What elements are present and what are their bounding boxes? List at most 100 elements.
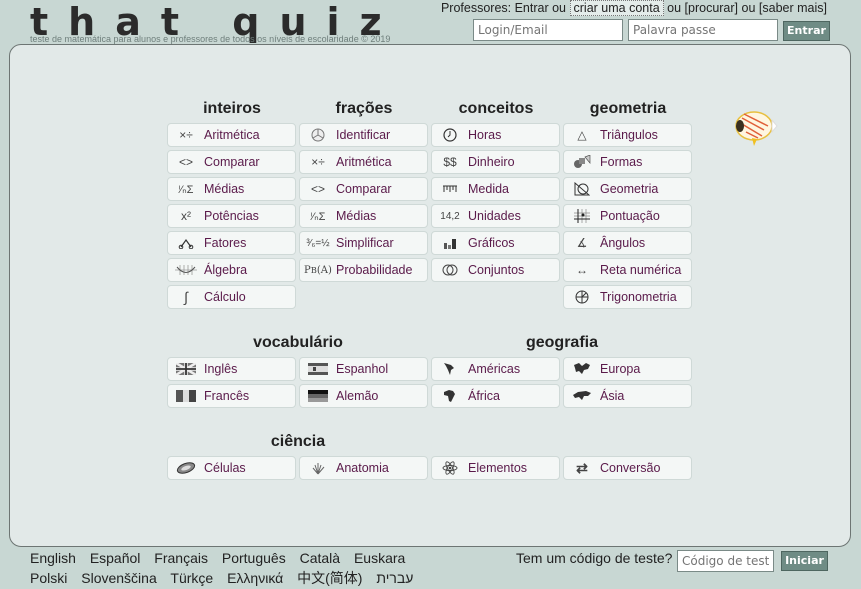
language-link[interactable]: עברית: [376, 570, 413, 586]
clock-icon: [432, 128, 468, 142]
card-fracoes-comparar[interactable]: <> Comparar: [299, 177, 428, 201]
card-label: Ásia: [600, 389, 625, 403]
section-title-vocabulario: vocabulário: [253, 334, 343, 351]
money-icon: $$: [443, 155, 457, 169]
password-input[interactable]: [628, 19, 778, 41]
geometry-icon: [564, 182, 600, 196]
card-inteiros-aritmetica[interactable]: ×÷ Aritmética: [167, 123, 296, 147]
africa-map-icon: [432, 389, 468, 403]
card-vocabulario-ingles[interactable]: Inglês: [167, 357, 296, 381]
compare-icon: <>: [310, 182, 325, 196]
section-title-inteiros: inteiros: [203, 100, 261, 117]
card-label: Trigonometria: [600, 290, 677, 304]
card-label: Médias: [204, 182, 245, 196]
venn-icon: [432, 264, 468, 276]
card-fracoes-medias[interactable]: ⁱ⁄ₙΣ Médias: [299, 204, 428, 228]
germany-flag-icon: [300, 390, 336, 402]
language-link[interactable]: Français: [154, 550, 208, 566]
card-ciencia-celulas[interactable]: Células: [167, 456, 296, 480]
card-conceitos-graficos[interactable]: Gráficos: [431, 231, 560, 255]
language-link[interactable]: Català: [300, 550, 340, 566]
europe-map-icon: [564, 362, 600, 376]
card-label: Américas: [468, 362, 521, 376]
card-inteiros-fatores[interactable]: Fatores: [167, 231, 296, 255]
card-label: Conjuntos: [468, 263, 525, 277]
section-title-geometria: geometria: [589, 100, 667, 117]
card-geometria-triangulos[interactable]: △ Triângulos: [563, 123, 692, 147]
card-ciencia-conversao[interactable]: ⇄ Conversão: [563, 456, 692, 480]
card-label: Reta numérica: [600, 263, 682, 277]
card-conceitos-medida[interactable]: Medida: [431, 177, 560, 201]
card-ciencia-elementos[interactable]: Elementos: [431, 456, 560, 480]
compare-icon: <>: [178, 155, 193, 169]
france-flag-icon: [168, 390, 204, 402]
pie-fraction-icon: [300, 128, 336, 142]
card-vocabulario-alemao[interactable]: Alemão: [299, 384, 428, 408]
language-link[interactable]: Euskara: [354, 550, 405, 566]
separator: ou: [741, 1, 756, 15]
search-link[interactable]: [procurar]: [685, 1, 739, 15]
card-geometria-angulos[interactable]: ∡ Ângulos: [563, 231, 692, 255]
card-label: Medida: [468, 182, 509, 196]
card-inteiros-algebra[interactable]: Álgebra: [167, 258, 296, 282]
card-label: Conversão: [600, 461, 661, 475]
ruler-icon: [432, 184, 468, 194]
card-conceitos-unidades[interactable]: 14,2 Unidades: [431, 204, 560, 228]
create-account-link[interactable]: criar uma conta: [569, 0, 664, 16]
card-inteiros-medias[interactable]: ⁱ⁄ₙΣ Médias: [167, 177, 296, 201]
card-label: Comparar: [336, 182, 392, 196]
language-link[interactable]: 中文(简体): [297, 570, 362, 586]
language-link[interactable]: English: [30, 550, 76, 566]
card-geometria-reta-numerica[interactable]: ↔ Reta numérica: [563, 258, 692, 282]
language-link[interactable]: Türkçe: [170, 570, 213, 586]
card-vocabulario-espanhol[interactable]: Espanhol: [299, 357, 428, 381]
card-label: Alemão: [336, 389, 379, 403]
learn-more-link[interactable]: [saber mais]: [759, 1, 827, 15]
card-geografia-europa[interactable]: Europa: [563, 357, 692, 381]
card-inteiros-comparar[interactable]: <> Comparar: [167, 150, 296, 174]
power-icon: x²: [181, 209, 191, 223]
login-button[interactable]: Entrar: [783, 21, 830, 41]
start-button[interactable]: Iniciar: [781, 551, 828, 571]
number-line-icon: ↔: [576, 263, 588, 277]
card-geografia-asia[interactable]: Ásia: [563, 384, 692, 408]
card-geometria-formas[interactable]: Formas: [563, 150, 692, 174]
test-code-label: Tem um código de teste?: [516, 550, 673, 566]
card-fracoes-aritmetica[interactable]: ×÷ Aritmética: [299, 150, 428, 174]
card-conceitos-horas[interactable]: Horas: [431, 123, 560, 147]
language-link[interactable]: Slovenščina: [81, 570, 157, 586]
card-geometria-pontuacao[interactable]: Pontuação: [563, 204, 692, 228]
test-code-input[interactable]: [677, 550, 774, 572]
card-fracoes-identificar[interactable]: Identificar: [299, 123, 428, 147]
card-label: Espanhol: [336, 362, 389, 376]
card-geometria-trigonometria[interactable]: Trigonometria: [563, 285, 692, 309]
card-label: Formas: [600, 155, 643, 169]
card-label: Potências: [204, 209, 259, 223]
card-label: Probabilidade: [336, 263, 413, 277]
separator: ou: [667, 1, 682, 15]
language-link[interactable]: Ελληνικά: [227, 570, 283, 586]
card-label: Francês: [204, 389, 250, 403]
tagline: teste de matemática para alunos e profes…: [30, 34, 391, 44]
card-fracoes-simplificar[interactable]: ³⁄₆=½ Simplificar: [299, 231, 428, 255]
language-link[interactable]: Português: [222, 550, 286, 566]
mean-icon: ⁱ⁄ₙΣ: [178, 183, 194, 196]
card-geografia-africa[interactable]: África: [431, 384, 560, 408]
card-inteiros-potencias[interactable]: x² Potências: [167, 204, 296, 228]
card-label: Álgebra: [204, 263, 248, 277]
card-conceitos-dinheiro[interactable]: $$ Dinheiro: [431, 150, 560, 174]
language-link[interactable]: Español: [90, 550, 141, 566]
arithmetic-icon: ×÷: [311, 155, 325, 169]
card-fracoes-probabilidade[interactable]: P B (A) Probabilidade: [299, 258, 428, 282]
card-ciencia-anatomia[interactable]: Anatomia: [299, 456, 428, 480]
card-inteiros-calculo[interactable]: ∫ Cálculo: [167, 285, 296, 309]
units-icon: 14,2: [440, 210, 460, 222]
card-geografia-americas[interactable]: Américas: [431, 357, 560, 381]
login-email-input[interactable]: [473, 19, 623, 41]
card-conceitos-conjuntos[interactable]: Conjuntos: [431, 258, 560, 282]
hand-bones-icon: [300, 461, 336, 475]
language-link[interactable]: Polski: [30, 570, 67, 586]
card-label: Cálculo: [204, 290, 246, 304]
card-geometria-geometria[interactable]: Geometria: [563, 177, 692, 201]
card-vocabulario-frances[interactable]: Francês: [167, 384, 296, 408]
